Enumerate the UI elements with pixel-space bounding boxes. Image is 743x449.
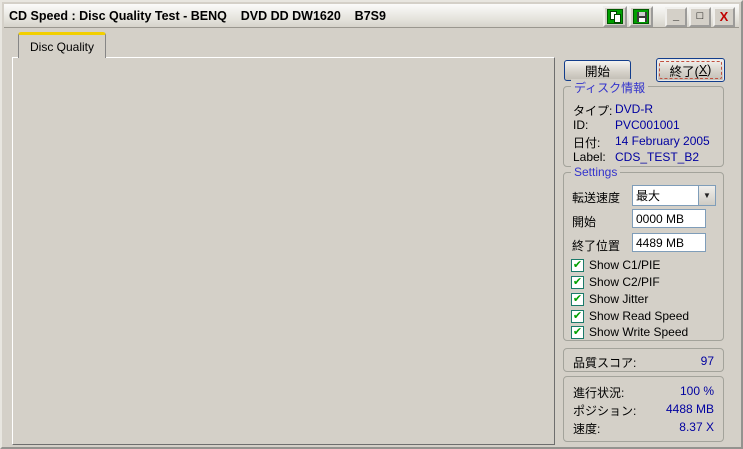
disc-label-label: Label:	[573, 150, 606, 164]
minimize-icon: _	[672, 10, 680, 22]
checkbox-show-read-speed[interactable]: ✔ Show Read Speed	[571, 309, 689, 323]
tab-disc-quality[interactable]: Disc Quality	[18, 32, 106, 58]
end-pos-input[interactable]	[632, 233, 706, 252]
checkbox-show-jitter[interactable]: ✔ Show Jitter	[571, 292, 648, 306]
save-button[interactable]	[629, 6, 653, 27]
settings-box: Settings 転送速度 最大 ▼ 開始 終了位置 ✔ Show C1/PIE…	[563, 165, 724, 341]
start-button[interactable]: 開始	[564, 60, 631, 81]
position-value: 4488 MB	[665, 402, 714, 416]
check-icon: ✔	[571, 292, 584, 306]
start-pos-input[interactable]	[632, 209, 706, 228]
quality-score-value: 97	[700, 354, 714, 368]
app-window: CD Speed : Disc Quality Test - BENQ DVD …	[0, 0, 743, 449]
transfer-speed-value: 最大	[636, 189, 661, 203]
end-pos-label: 終了位置	[572, 239, 621, 253]
transfer-speed-label: 転送速度	[572, 191, 621, 205]
exit-button[interactable]: 終了(X)	[656, 58, 725, 82]
close-button[interactable]: X	[713, 6, 735, 27]
disc-date-value: 14 February 2005	[615, 134, 710, 148]
disc-date-label: 日付:	[573, 136, 601, 150]
close-icon: X	[719, 9, 729, 24]
speed-label: 速度:	[573, 422, 601, 436]
checkbox-show-c1-pie[interactable]: ✔ Show C1/PIE	[571, 258, 660, 272]
check-icon: ✔	[571, 325, 584, 339]
maximize-button[interactable]: □	[689, 6, 711, 27]
disc-type-value: DVD-R	[615, 102, 653, 116]
tab-label: Disc Quality	[29, 39, 94, 54]
disc-quality-page	[12, 57, 555, 445]
start-pos-label: 開始	[572, 215, 597, 229]
transfer-speed-select[interactable]: 最大 ▼	[632, 185, 716, 206]
disc-info-box: ディスク情報 タイプ: DVD-R ID: PVC001001 日付: 14 Febr…	[563, 79, 724, 167]
disc-label-value: CDS_TEST_B2	[615, 150, 700, 164]
chevron-down-icon[interactable]: ▼	[698, 186, 715, 205]
checkbox-show-write-speed[interactable]: ✔ Show Write Speed	[571, 325, 688, 339]
disc-type-label: タイプ:	[573, 104, 613, 118]
copy-icon	[607, 9, 623, 24]
check-icon: ✔	[571, 275, 584, 289]
quality-score-box: 品質スコア: 97	[563, 348, 724, 372]
check-icon: ✔	[571, 258, 584, 272]
settings-title: Settings	[571, 165, 621, 179]
disc-info-title: ディスク情報	[571, 79, 649, 96]
checkbox-show-c2-pif[interactable]: ✔ Show C2/PIF	[571, 275, 660, 289]
check-icon: ✔	[571, 309, 584, 323]
disc-id-label: ID:	[573, 118, 589, 132]
progress-value: 100 %	[679, 384, 714, 398]
progress-box: 進行状況: 100 % ポジション: 4488 MB 速度: 8.37 X	[563, 376, 724, 442]
maximize-icon: □	[696, 10, 704, 22]
window-title: CD Speed : Disc Quality Test - BENQ DVD …	[9, 8, 386, 23]
position-label: ポジション:	[573, 404, 637, 418]
disc-id-value: PVC001001	[615, 118, 680, 132]
quality-score-label: 品質スコア:	[573, 356, 637, 370]
speed-value: 8.37 X	[679, 420, 714, 434]
save-icon	[633, 9, 649, 24]
progress-label: 進行状況:	[573, 386, 625, 400]
minimize-button[interactable]: _	[665, 6, 687, 27]
title-bar: CD Speed : Disc Quality Test - BENQ DVD …	[4, 4, 739, 28]
copy-button[interactable]	[603, 6, 627, 27]
